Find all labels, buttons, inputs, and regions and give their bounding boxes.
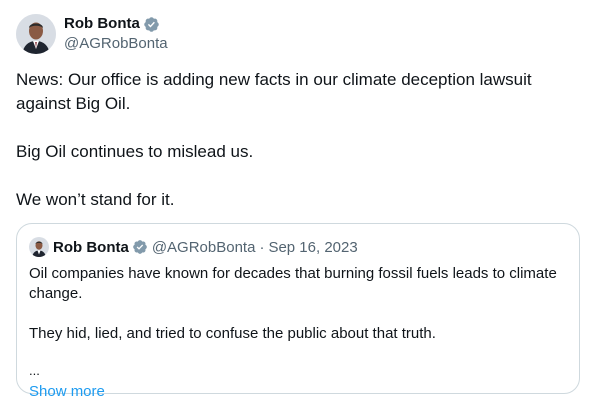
author-handle[interactable]: @AGRobBonta: [64, 34, 168, 54]
quoted-author-avatar: [29, 237, 49, 257]
quoted-paragraph: They hid, lied, and tried to confuse the…: [29, 325, 436, 342]
tweet-paragraph: News: Our office is adding new facts in …: [16, 70, 532, 113]
verified-badge-icon: [143, 16, 160, 33]
truncation-ellipsis: ...: [29, 363, 40, 378]
quoted-author-display-name: Rob Bonta: [53, 238, 129, 256]
separator-dot: ·: [259, 238, 265, 256]
quoted-tweet-card[interactable]: Rob Bonta @AGRobBonta · Sep 16, 2023 Oil…: [16, 223, 580, 400]
tweet-paragraph: We won’t stand for it.: [16, 190, 175, 209]
quoted-tweet-date: Sep 16, 2023: [268, 238, 358, 256]
show-more-link[interactable]: Show more: [29, 382, 105, 402]
author-names: Rob Bonta @AGRobBonta: [64, 14, 168, 54]
quoted-tweet-header: Rob Bonta @AGRobBonta · Sep 16, 2023: [29, 236, 567, 258]
verified-badge-icon: [132, 239, 148, 255]
tweet-paragraph: Big Oil continues to mislead us.: [16, 142, 254, 161]
author-avatar[interactable]: [16, 14, 56, 54]
quoted-author-handle: @AGRobBonta: [151, 238, 256, 256]
tweet: Rob Bonta @AGRobBonta News: Our office i…: [16, 10, 582, 212]
author-display-name[interactable]: Rob Bonta: [64, 14, 140, 34]
tweet-text: News: Our office is adding new facts in …: [16, 68, 582, 212]
name-row: Rob Bonta: [64, 14, 168, 34]
quoted-paragraph: Oil companies have known for decades tha…: [29, 265, 557, 302]
tweet-header: Rob Bonta @AGRobBonta: [16, 10, 582, 58]
quoted-tweet-text: Oil companies have known for decades tha…: [29, 264, 567, 378]
